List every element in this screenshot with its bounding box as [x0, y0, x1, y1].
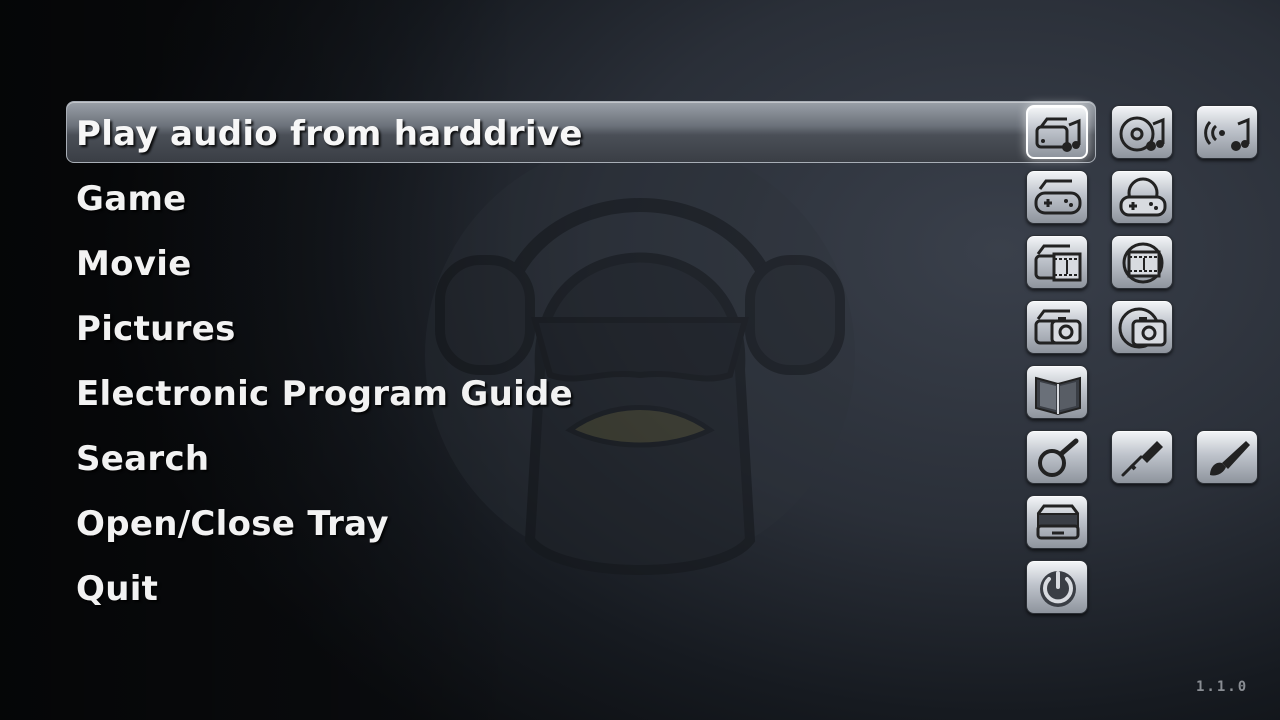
menu-item-game[interactable]: Game	[66, 166, 1096, 228]
menu-item-label: Pictures	[76, 309, 236, 349]
harddrive-game-icon[interactable]	[1026, 170, 1088, 224]
radio-stream-icon[interactable]	[1196, 105, 1258, 159]
menu-item-pictures[interactable]: Pictures	[66, 296, 1096, 358]
cd-audio-icon[interactable]	[1111, 105, 1173, 159]
harddrive-movie-icon[interactable]	[1026, 235, 1088, 289]
menu-item-label: Electronic Program Guide	[76, 374, 574, 414]
disc-pictures-icon[interactable]	[1111, 300, 1173, 354]
program-guide-book-icon[interactable]	[1026, 365, 1088, 419]
menu-item-play-audio[interactable]: Play audio from harddrive	[66, 101, 1096, 163]
menu-item-open-close-tray[interactable]: Open/Close Tray	[66, 491, 1096, 553]
power-icon[interactable]	[1026, 560, 1088, 614]
paintbrush-icon[interactable]	[1196, 430, 1258, 484]
disc-game-icon[interactable]	[1111, 170, 1173, 224]
version-label: 1.1.0	[1196, 679, 1249, 695]
menu-item-label: Play audio from harddrive	[76, 114, 583, 154]
menu-item-label: Quit	[76, 569, 159, 609]
menu-item-quit[interactable]: Quit	[66, 556, 1096, 618]
disc-movie-icon[interactable]	[1111, 235, 1173, 289]
menu-item-label: Open/Close Tray	[76, 504, 389, 544]
menu-item-movie[interactable]: Movie	[66, 231, 1096, 293]
menu-item-label: Movie	[76, 244, 192, 284]
menu-item-electronic-program-guide[interactable]: Electronic Program Guide	[66, 361, 1096, 423]
harddrive-pictures-icon[interactable]	[1026, 300, 1088, 354]
menu-item-search[interactable]: Search	[66, 426, 1096, 488]
magnifier-icon[interactable]	[1026, 430, 1088, 484]
tray-eject-icon[interactable]	[1026, 495, 1088, 549]
harddrive-audio-icon[interactable]	[1026, 105, 1088, 159]
menu-item-label: Search	[76, 439, 210, 479]
menu-item-label: Game	[76, 179, 187, 219]
main-menu: Play audio from harddrive Game Movie Pic…	[0, 0, 1280, 720]
screwdriver-icon[interactable]	[1111, 430, 1173, 484]
